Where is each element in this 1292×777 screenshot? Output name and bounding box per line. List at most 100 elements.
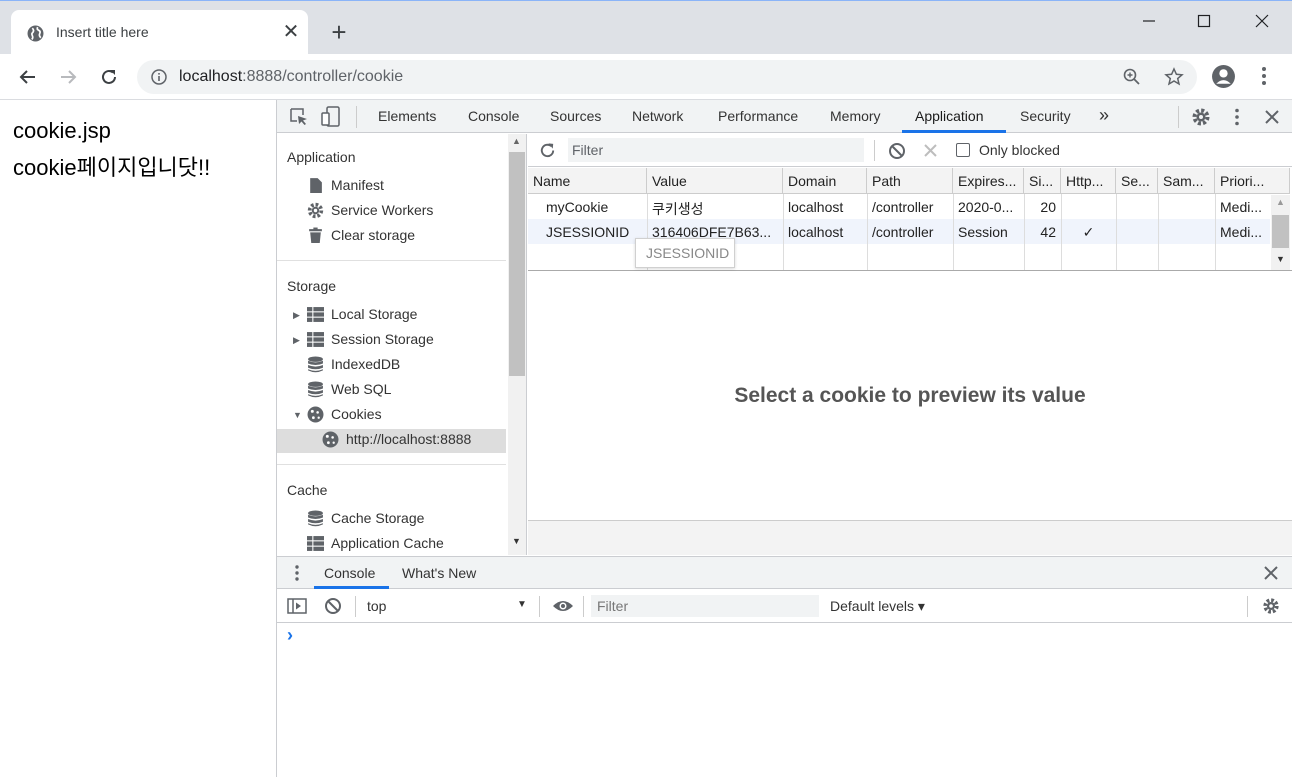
chrome-menu-icon[interactable] bbox=[1254, 65, 1274, 87]
trash-icon bbox=[309, 227, 322, 243]
sidebar-header-application: Application bbox=[287, 149, 356, 165]
context-dropdown-icon[interactable]: ▼ bbox=[517, 599, 527, 610]
cookie-path[interactable]: /controller bbox=[867, 220, 953, 245]
tab-sources[interactable]: Sources bbox=[550, 108, 601, 124]
cookie-domain[interactable]: localhost bbox=[783, 220, 867, 245]
more-tabs-icon[interactable]: » bbox=[1099, 105, 1109, 126]
cookie-httponly[interactable]: ✓ bbox=[1061, 220, 1116, 245]
file-icon bbox=[310, 178, 322, 193]
device-toolbar-icon[interactable] bbox=[321, 106, 341, 128]
column-header-path[interactable]: Path bbox=[867, 168, 953, 194]
console-prompt-icon: › bbox=[287, 625, 293, 645]
drawer-tab-console[interactable]: Console bbox=[324, 565, 375, 581]
cookie-preview-placeholder: Select a cookie to preview its value bbox=[734, 384, 1086, 407]
clear-console-icon[interactable] bbox=[324, 597, 342, 615]
cookie-httponly[interactable] bbox=[1061, 195, 1116, 220]
clear-all-icon[interactable] bbox=[888, 142, 906, 160]
drawer-tab-whats-new[interactable]: What's New bbox=[402, 565, 476, 581]
tab-network[interactable]: Network bbox=[632, 108, 683, 124]
console-settings-icon[interactable] bbox=[1262, 597, 1280, 615]
drawer-menu-icon[interactable] bbox=[290, 564, 304, 582]
reload-icon[interactable] bbox=[96, 64, 122, 90]
only-blocked-label: Only blocked bbox=[979, 142, 1060, 158]
grid-icon bbox=[307, 307, 324, 322]
tab-console[interactable]: Console bbox=[468, 108, 519, 124]
address-bar[interactable]: localhost:8888/controller/cookie bbox=[137, 60, 1197, 94]
new-tab-button[interactable]: + bbox=[326, 19, 352, 45]
tab-elements[interactable]: Elements bbox=[378, 108, 436, 124]
tab-memory[interactable]: Memory bbox=[830, 108, 881, 124]
column-header-samesite[interactable]: Sam... bbox=[1158, 168, 1215, 194]
column-header-domain[interactable]: Domain bbox=[783, 168, 867, 194]
tab-title: Insert title here bbox=[56, 24, 149, 40]
devtools-close-icon[interactable] bbox=[1263, 108, 1281, 126]
page-message: cookie페이지입니닷!! bbox=[13, 155, 211, 180]
database-icon bbox=[308, 510, 323, 527]
sidebar-header-cache: Cache bbox=[287, 482, 328, 498]
column-header-size[interactable]: Si... bbox=[1024, 168, 1061, 194]
cookie-priority[interactable]: Medi... bbox=[1215, 195, 1270, 220]
scroll-up-icon[interactable]: ▲ bbox=[512, 136, 521, 146]
column-header-name[interactable]: Name bbox=[528, 168, 647, 194]
active-tab-indicator bbox=[902, 130, 1006, 133]
cookie-size[interactable]: 20 bbox=[1024, 195, 1061, 220]
sidebar-header-storage: Storage bbox=[287, 278, 337, 294]
context-selector[interactable]: top bbox=[367, 598, 386, 614]
forward-arrow-icon[interactable] bbox=[55, 64, 81, 90]
cookie-path[interactable]: /controller bbox=[867, 195, 953, 220]
profile-avatar-icon[interactable] bbox=[1211, 64, 1236, 89]
sidebar-toggle-icon[interactable] bbox=[287, 598, 307, 614]
browser-tab[interactable]: Insert title here ✕ bbox=[11, 10, 308, 55]
drawer-close-icon[interactable] bbox=[1263, 565, 1279, 581]
zoom-icon[interactable] bbox=[1123, 68, 1141, 86]
eye-icon[interactable] bbox=[552, 598, 574, 614]
maximize-icon[interactable] bbox=[1192, 9, 1216, 33]
column-header-expires[interactable]: Expires... bbox=[953, 168, 1024, 194]
expand-arrow-icon[interactable]: ▶ bbox=[293, 335, 300, 346]
scroll-down-icon[interactable]: ▼ bbox=[512, 536, 521, 546]
cookie-name[interactable]: JSESSIONID bbox=[541, 220, 647, 245]
scroll-down-icon[interactable]: ▼ bbox=[1276, 254, 1285, 264]
tab-performance[interactable]: Performance bbox=[718, 108, 798, 124]
tab-security[interactable]: Security bbox=[1020, 108, 1071, 124]
cookie-domain[interactable]: localhost bbox=[783, 195, 867, 220]
cookie-expires[interactable]: 2020-0... bbox=[953, 195, 1024, 220]
minimize-icon[interactable] bbox=[1137, 9, 1161, 33]
devtools-menu-icon[interactable] bbox=[1227, 107, 1247, 127]
settings-gear-icon[interactable] bbox=[1191, 107, 1211, 127]
info-icon[interactable] bbox=[151, 69, 167, 85]
cookie-priority[interactable]: Medi... bbox=[1215, 220, 1270, 245]
inspect-element-icon[interactable] bbox=[289, 107, 309, 127]
bookmark-star-icon[interactable] bbox=[1164, 67, 1184, 87]
column-header-priority[interactable]: Priori... bbox=[1215, 168, 1290, 194]
cookie-value[interactable]: 쿠키생성 bbox=[647, 195, 783, 220]
tab-application[interactable]: Application bbox=[915, 108, 984, 124]
cookie-name[interactable]: myCookie bbox=[541, 195, 647, 220]
window-close-icon[interactable] bbox=[1250, 9, 1274, 33]
cookie-icon bbox=[322, 431, 339, 448]
column-header-secure[interactable]: Se... bbox=[1116, 168, 1158, 194]
column-header-value[interactable]: Value bbox=[647, 168, 783, 194]
cookie-size[interactable]: 42 bbox=[1024, 220, 1061, 245]
cookie-tooltip: JSESSIONID bbox=[635, 238, 735, 268]
scroll-up-icon[interactable]: ▲ bbox=[1276, 197, 1285, 207]
cookies-filter-input[interactable]: Filter bbox=[568, 138, 864, 162]
sidebar-scroll-thumb[interactable] bbox=[509, 152, 525, 376]
only-blocked-checkbox[interactable] bbox=[956, 143, 970, 157]
refresh-icon[interactable] bbox=[538, 141, 557, 160]
cookie-expires[interactable]: Session bbox=[953, 220, 1024, 245]
delete-selected-icon[interactable] bbox=[923, 143, 938, 158]
grid-icon bbox=[307, 536, 324, 551]
expand-arrow-icon[interactable]: ▶ bbox=[293, 310, 300, 321]
console-output[interactable]: › bbox=[277, 623, 1292, 777]
tab-close-icon[interactable]: ✕ bbox=[281, 22, 301, 42]
console-filter-input[interactable]: Filter bbox=[591, 595, 819, 617]
column-header-httponly[interactable]: Http... bbox=[1061, 168, 1116, 194]
table-scroll-thumb[interactable] bbox=[1272, 215, 1289, 248]
back-arrow-icon[interactable] bbox=[15, 64, 41, 90]
collapse-arrow-icon[interactable]: ▼ bbox=[293, 410, 302, 420]
table-scrollbar[interactable]: ▲ ▼ bbox=[1271, 195, 1290, 270]
log-levels-dropdown[interactable]: Default levels ▾ bbox=[830, 598, 925, 615]
devtools-panel: Elements Console Sources Network Perform… bbox=[277, 100, 1292, 777]
cookies-toolbar: Filter Only blocked bbox=[528, 134, 1292, 167]
